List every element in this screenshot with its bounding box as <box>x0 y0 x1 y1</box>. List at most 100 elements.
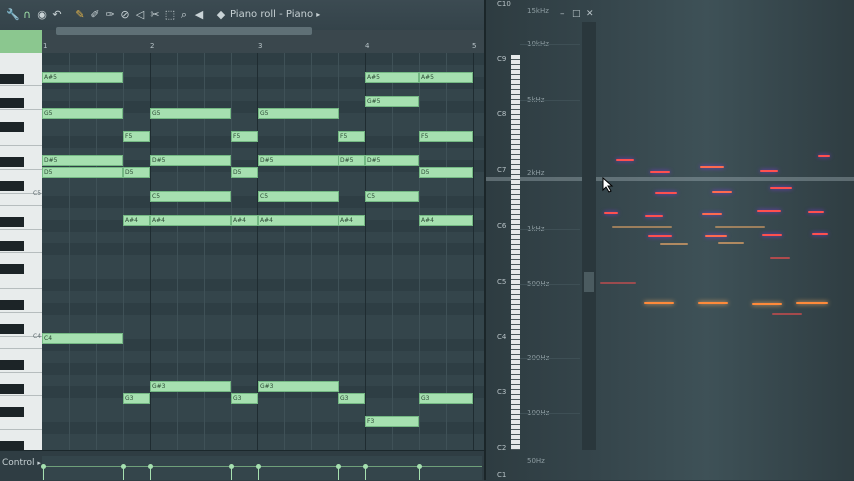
note-block[interactable]: G3 <box>231 393 258 404</box>
speaker-icon[interactable]: ◀ <box>193 9 205 21</box>
select-icon[interactable]: ⬚ <box>164 9 176 21</box>
note-block[interactable]: G#5 <box>365 96 419 107</box>
note-block[interactable]: A#5 <box>419 72 473 83</box>
note-block[interactable]: D5 <box>231 167 258 178</box>
spectrum-peak <box>644 302 674 304</box>
key-label: C5 <box>33 190 42 197</box>
octave-label: C2 <box>497 444 507 452</box>
note-block[interactable]: A#4 <box>258 215 339 226</box>
note-block[interactable]: D#5 <box>258 155 339 166</box>
note-block[interactable]: F5 <box>419 131 473 142</box>
piano-keyboard[interactable]: C5 C4 <box>0 53 43 450</box>
note-block[interactable]: A#4 <box>123 215 150 226</box>
black-key[interactable] <box>0 217 24 227</box>
octave-label: C1 <box>497 471 507 479</box>
black-key[interactable] <box>0 360 24 370</box>
black-key[interactable] <box>0 181 24 191</box>
window-title[interactable]: Piano roll - Piano ▸ <box>230 9 320 20</box>
spectrum-peak <box>812 233 828 235</box>
key-label: C4 <box>33 333 42 340</box>
black-key[interactable] <box>0 98 24 108</box>
wrench-icon[interactable]: 🔧 <box>6 9 20 21</box>
note-block[interactable]: C5 <box>150 191 231 202</box>
analyzer-scroll-thumb[interactable] <box>584 272 594 292</box>
note-block[interactable]: A#5 <box>365 72 419 83</box>
minimize-button[interactable]: – <box>560 9 565 19</box>
spectrum-peak <box>660 243 688 245</box>
delete-icon[interactable]: ⊘ <box>119 9 131 21</box>
spectrum-peak <box>796 302 828 304</box>
frequency-label: 15kHz <box>527 7 549 15</box>
frequency-label: 50Hz <box>527 457 545 465</box>
black-key[interactable] <box>0 264 24 274</box>
note-block[interactable]: G3 <box>123 393 150 404</box>
velocity-baseline <box>42 466 482 467</box>
note-block[interactable]: C4 <box>42 333 123 344</box>
note-block[interactable]: C5 <box>365 191 419 202</box>
velocity-area[interactable] <box>42 456 482 480</box>
spectrum-analyzer <box>486 0 854 480</box>
black-key[interactable] <box>0 384 24 394</box>
note-block[interactable]: G#3 <box>150 381 231 392</box>
note-block[interactable]: G5 <box>42 108 123 119</box>
mute-icon[interactable]: ◁ <box>134 9 146 21</box>
undo-icon[interactable]: ↶ <box>51 9 63 21</box>
note-block[interactable]: A#4 <box>231 215 258 226</box>
note-block[interactable]: F5 <box>338 131 365 142</box>
control-selector[interactable]: Control ▸ <box>2 458 41 468</box>
black-key[interactable] <box>0 300 24 310</box>
note-block[interactable]: A#5 <box>42 72 123 83</box>
note-block[interactable]: D#5 <box>338 155 365 166</box>
analyzer-scrollbar[interactable] <box>582 22 596 450</box>
black-key[interactable] <box>0 122 24 132</box>
spectrum-peak <box>772 313 802 315</box>
horizontal-scrollbar[interactable] <box>56 27 312 35</box>
arrows-icon[interactable]: ◆ <box>215 9 227 21</box>
note-block[interactable]: A#4 <box>150 215 231 226</box>
spectrum-peak <box>655 192 677 194</box>
black-key[interactable] <box>0 407 24 417</box>
erase-icon[interactable]: ✑ <box>104 9 116 21</box>
note-block[interactable]: D#5 <box>150 155 231 166</box>
note-block[interactable]: G#3 <box>258 381 339 392</box>
ruler-corner[interactable] <box>0 30 42 53</box>
record-icon[interactable]: ◉ <box>36 9 48 21</box>
slice-icon[interactable]: ✂ <box>149 9 161 21</box>
black-key[interactable] <box>0 157 24 167</box>
brush-icon[interactable]: ✐ <box>89 9 101 21</box>
black-key[interactable] <box>0 324 24 334</box>
note-block[interactable]: D5 <box>419 167 473 178</box>
note-block[interactable]: F5 <box>123 131 150 142</box>
note-block[interactable]: C5 <box>258 191 339 202</box>
black-key[interactable] <box>0 241 24 251</box>
magnet-icon[interactable]: ∩ <box>21 9 33 21</box>
frequency-label: 2kHz <box>527 169 545 177</box>
close-button[interactable]: ✕ <box>586 9 594 19</box>
black-key[interactable] <box>0 441 24 450</box>
spectrum-peak <box>752 303 782 305</box>
spectrum-peak <box>650 171 670 173</box>
pencil-icon[interactable]: ✎ <box>74 9 86 21</box>
note-block[interactable]: D#5 <box>42 155 123 166</box>
mouse-cursor-icon <box>602 177 614 193</box>
note-block[interactable]: G3 <box>338 393 365 404</box>
maximize-button[interactable]: □ <box>572 9 581 19</box>
spectrum-peak <box>712 191 732 193</box>
note-block[interactable]: D#5 <box>365 155 419 166</box>
frequency-cursor-line <box>486 177 854 181</box>
note-block[interactable]: D5 <box>42 167 123 178</box>
note-block[interactable]: D5 <box>123 167 150 178</box>
note-block[interactable]: A#4 <box>419 215 473 226</box>
spectrum-peak <box>762 234 782 236</box>
black-key[interactable] <box>0 74 24 84</box>
octave-label: C7 <box>497 166 507 174</box>
octave-label: C10 <box>497 0 511 8</box>
zoom-icon[interactable]: ⌕ <box>178 9 190 21</box>
note-block[interactable]: F5 <box>231 131 258 142</box>
note-block[interactable]: G5 <box>258 108 339 119</box>
note-block[interactable]: G5 <box>150 108 231 119</box>
note-block[interactable]: F3 <box>365 416 419 427</box>
note-block[interactable]: G3 <box>419 393 473 404</box>
spectrum-peak <box>600 282 636 284</box>
note-block[interactable]: A#4 <box>338 215 365 226</box>
